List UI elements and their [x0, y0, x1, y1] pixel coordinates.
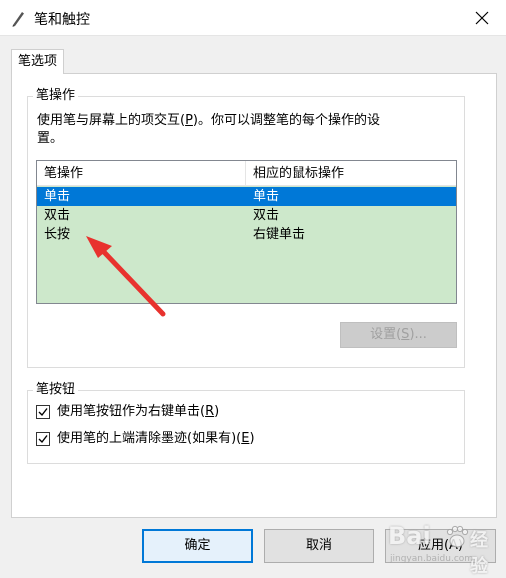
- watermark: Bai 经验 jingyan.baidu.com: [388, 522, 498, 577]
- cancel-button[interactable]: 取消: [264, 529, 374, 563]
- check-icon: [38, 435, 48, 444]
- list-row-press-hold[interactable]: 长按 右键单击: [37, 225, 456, 244]
- option-label: 使用笔按钮作为右键单击(R): [57, 404, 220, 419]
- ok-button[interactable]: 确定: [142, 529, 253, 563]
- column-header-pen-action[interactable]: 笔操作: [37, 161, 246, 186]
- row-mouse-action: 右键单击: [253, 227, 306, 242]
- close-icon: [475, 11, 489, 25]
- window-title: 笔和触控: [34, 12, 90, 28]
- pen-buttons-group: [27, 390, 465, 464]
- close-button[interactable]: [464, 4, 500, 32]
- row-action: 单击: [44, 189, 71, 204]
- pen-actions-list[interactable]: 笔操作 相应的鼠标操作 单击 单击 双击 双击 长按 右键单击: [36, 160, 457, 304]
- list-row-single-tap[interactable]: 单击 单击: [37, 187, 456, 206]
- row-mouse-action: 双击: [253, 208, 280, 223]
- option-label: 使用笔的上端清除墨迹(如果有)(E): [57, 431, 255, 446]
- column-header-mouse-action[interactable]: 相应的鼠标操作: [246, 161, 456, 186]
- pen-actions-description: 使用笔与屏幕上的项交互(P)。你可以调整笔的每个操作的设 置。: [37, 113, 380, 146]
- watermark-logo-text: Bai: [388, 522, 431, 550]
- list-header: 笔操作 相应的鼠标操作: [37, 161, 456, 186]
- row-mouse-action: 单击: [253, 189, 280, 204]
- watermark-url: jingyan.baidu.com: [390, 554, 474, 564]
- check-icon: [38, 408, 48, 417]
- watermark-logo-text-2: 经验: [470, 530, 488, 577]
- title-bar: 笔和触控: [0, 0, 506, 36]
- checkbox-pen-button-right-click[interactable]: [36, 405, 50, 419]
- pen-actions-group-title: 笔操作: [33, 88, 79, 104]
- row-action: 双击: [44, 208, 71, 223]
- list-row-double-tap[interactable]: 双击 双击: [37, 206, 456, 225]
- paw-icon: [446, 525, 469, 548]
- pen-buttons-group-title: 笔按钮: [33, 382, 79, 398]
- checkbox-pen-top-erase[interactable]: [36, 432, 50, 446]
- settings-button[interactable]: 设置(S)...: [340, 322, 457, 348]
- pen-icon: [10, 9, 26, 27]
- row-action: 长按: [44, 227, 71, 242]
- tab-pen-options[interactable]: 笔选项: [11, 49, 65, 74]
